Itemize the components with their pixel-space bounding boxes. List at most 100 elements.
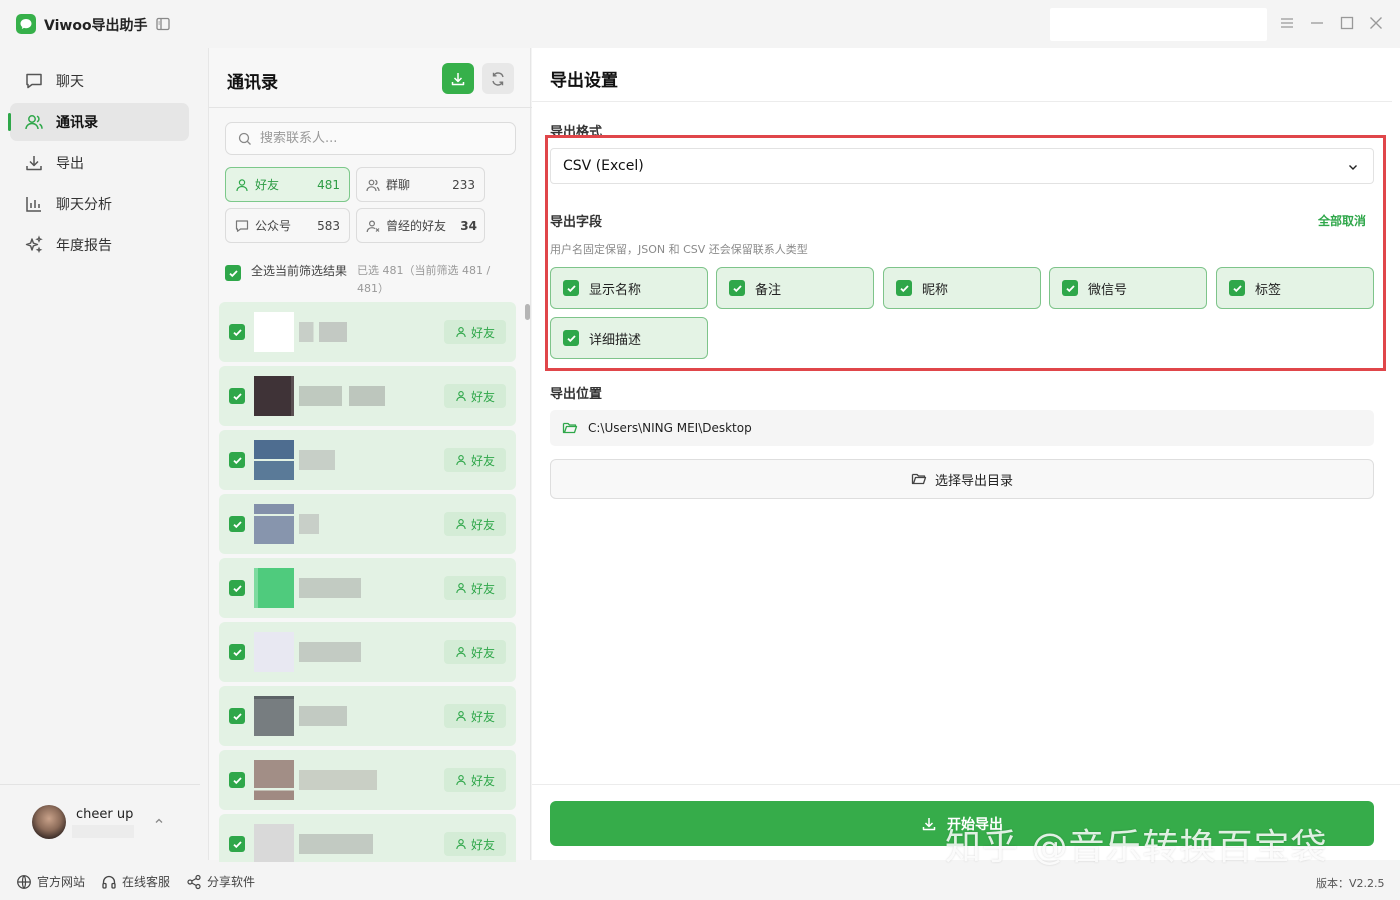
- checkmark-icon: [232, 392, 242, 400]
- contact-checkbox[interactable]: [229, 708, 245, 724]
- checkmark-icon: [232, 520, 242, 528]
- badge-label: 好友: [470, 581, 495, 596]
- contact-checkbox[interactable]: [229, 324, 245, 340]
- contact-row[interactable]: 好友: [219, 430, 516, 490]
- chat-icon: [26, 73, 42, 89]
- contact-row[interactable]: 好友: [219, 366, 516, 426]
- contact-checkbox[interactable]: [229, 516, 245, 532]
- sidebar-item-export[interactable]: 导出: [10, 144, 189, 182]
- share-link[interactable]: 分享软件: [186, 873, 255, 890]
- contact-row[interactable]: 好友: [219, 494, 516, 554]
- contact-type-badge: 好友: [444, 384, 506, 408]
- checkmark-icon: [232, 456, 242, 464]
- contact-type-badge: 好友: [444, 320, 506, 344]
- folder-open-icon: [562, 422, 578, 434]
- checkmark-icon: [899, 284, 909, 292]
- choose-directory-button[interactable]: 选择导出目录: [550, 459, 1374, 499]
- contact-checkbox[interactable]: [229, 580, 245, 596]
- filter-groups[interactable]: 群聊 233: [356, 167, 485, 202]
- checkmark-icon: [232, 328, 242, 336]
- share-icon: [187, 874, 201, 889]
- select-all-checkbox[interactable]: [225, 265, 241, 281]
- support-link[interactable]: 在线客服: [101, 873, 170, 890]
- download-icon: [922, 817, 936, 830]
- contacts-panel: 通讯录 好友 481 群聊 233 公众号 583: [208, 48, 532, 862]
- field-label: 备注: [755, 282, 782, 298]
- field-display-name[interactable]: 显示名称: [550, 267, 708, 309]
- sidebar-item-contacts[interactable]: 通讯录: [8, 103, 189, 141]
- filter-friends[interactable]: 好友 481: [225, 167, 350, 202]
- field-tags[interactable]: 标签: [1216, 267, 1374, 309]
- chevron-up-icon[interactable]: [153, 815, 165, 827]
- title-search-box[interactable]: [1050, 8, 1267, 41]
- sidebar-item-label: 年度报告: [56, 238, 112, 254]
- refresh-button[interactable]: [482, 63, 514, 94]
- field-checkbox[interactable]: [1062, 280, 1078, 296]
- minimize-icon[interactable]: [1309, 15, 1325, 31]
- format-value: CSV (Excel): [563, 158, 644, 174]
- filter-label: 曾经的好友: [386, 219, 447, 233]
- contact-row[interactable]: 好友: [219, 622, 516, 682]
- sidebar-toggle-icon[interactable]: [155, 16, 171, 32]
- field-checkbox[interactable]: [1229, 280, 1245, 296]
- selected-count: 已选 481（当前筛选 481 / 481）: [357, 264, 491, 295]
- badge-label: 好友: [470, 837, 495, 852]
- contact-row[interactable]: 好友: [219, 558, 516, 618]
- contact-checkbox[interactable]: [229, 388, 245, 404]
- contact-checkbox[interactable]: [229, 772, 245, 788]
- maximize-icon[interactable]: [1339, 15, 1355, 31]
- sidebar-item-analysis[interactable]: 聊天分析: [10, 185, 189, 223]
- menu-icon[interactable]: [1279, 15, 1295, 31]
- group-icon: [366, 179, 380, 191]
- sidebar-item-annual-report[interactable]: 年度报告: [10, 226, 189, 264]
- user-profile[interactable]: cheer up: [0, 784, 200, 860]
- headphones-icon: [102, 875, 116, 889]
- checkmark-icon: [1232, 284, 1242, 292]
- field-wechat-id[interactable]: 微信号: [1049, 267, 1207, 309]
- field-checkbox[interactable]: [563, 280, 579, 296]
- sidebar-item-chat[interactable]: 聊天: [10, 62, 189, 100]
- contact-row[interactable]: 好友: [219, 302, 516, 362]
- checkmark-icon: [1065, 284, 1075, 292]
- field-remark[interactable]: 备注: [716, 267, 874, 309]
- contact-row[interactable]: 好友: [219, 750, 516, 810]
- field-label: 详细描述: [589, 332, 642, 348]
- filter-former-friends[interactable]: 曾经的好友 34: [356, 208, 485, 243]
- contact-name-redacted: [299, 578, 361, 598]
- format-select[interactable]: CSV (Excel): [550, 148, 1374, 184]
- download-icon: [451, 72, 465, 85]
- contact-checkbox[interactable]: [229, 644, 245, 660]
- share-label: 分享软件: [207, 875, 256, 889]
- checkmark-icon: [732, 284, 742, 292]
- contact-row[interactable]: 好友: [219, 686, 516, 746]
- website-link[interactable]: 官方网站: [16, 873, 85, 890]
- filter-label: 群聊: [386, 178, 411, 192]
- folder-open-icon: [911, 473, 927, 485]
- contact-avatar: [254, 312, 294, 352]
- field-description[interactable]: 详细描述: [550, 317, 708, 359]
- close-icon[interactable]: [1368, 15, 1384, 31]
- contact-avatar: [254, 440, 294, 480]
- support-label: 在线客服: [122, 875, 171, 889]
- person-icon: [456, 583, 466, 594]
- export-contacts-button[interactable]: [442, 63, 474, 94]
- contact-type-badge: 好友: [444, 768, 506, 792]
- select-all-label: 全选当前筛选结果: [251, 264, 348, 278]
- sidebar-item-label: 通讯录: [56, 115, 98, 131]
- filter-official-accounts[interactable]: 公众号 583: [225, 208, 350, 243]
- contact-search[interactable]: [225, 122, 516, 155]
- field-checkbox[interactable]: [896, 280, 912, 296]
- person-icon: [456, 455, 466, 466]
- scrollbar[interactable]: [525, 304, 530, 320]
- cancel-all-button[interactable]: 全部取消: [1318, 212, 1366, 229]
- search-input[interactable]: [260, 131, 480, 146]
- field-checkbox[interactable]: [729, 280, 745, 296]
- field-checkbox[interactable]: [563, 330, 579, 346]
- app-window: Viwoo导出助手 聊天 通讯录 导出 聊天分析 年度报告 cheer up 通…: [0, 0, 1400, 900]
- contact-row[interactable]: 好友: [219, 814, 516, 862]
- avatar[interactable]: [32, 805, 66, 839]
- field-nickname[interactable]: 昵称: [883, 267, 1041, 309]
- contact-checkbox[interactable]: [229, 452, 245, 468]
- contact-checkbox[interactable]: [229, 836, 245, 852]
- download-icon: [26, 156, 42, 171]
